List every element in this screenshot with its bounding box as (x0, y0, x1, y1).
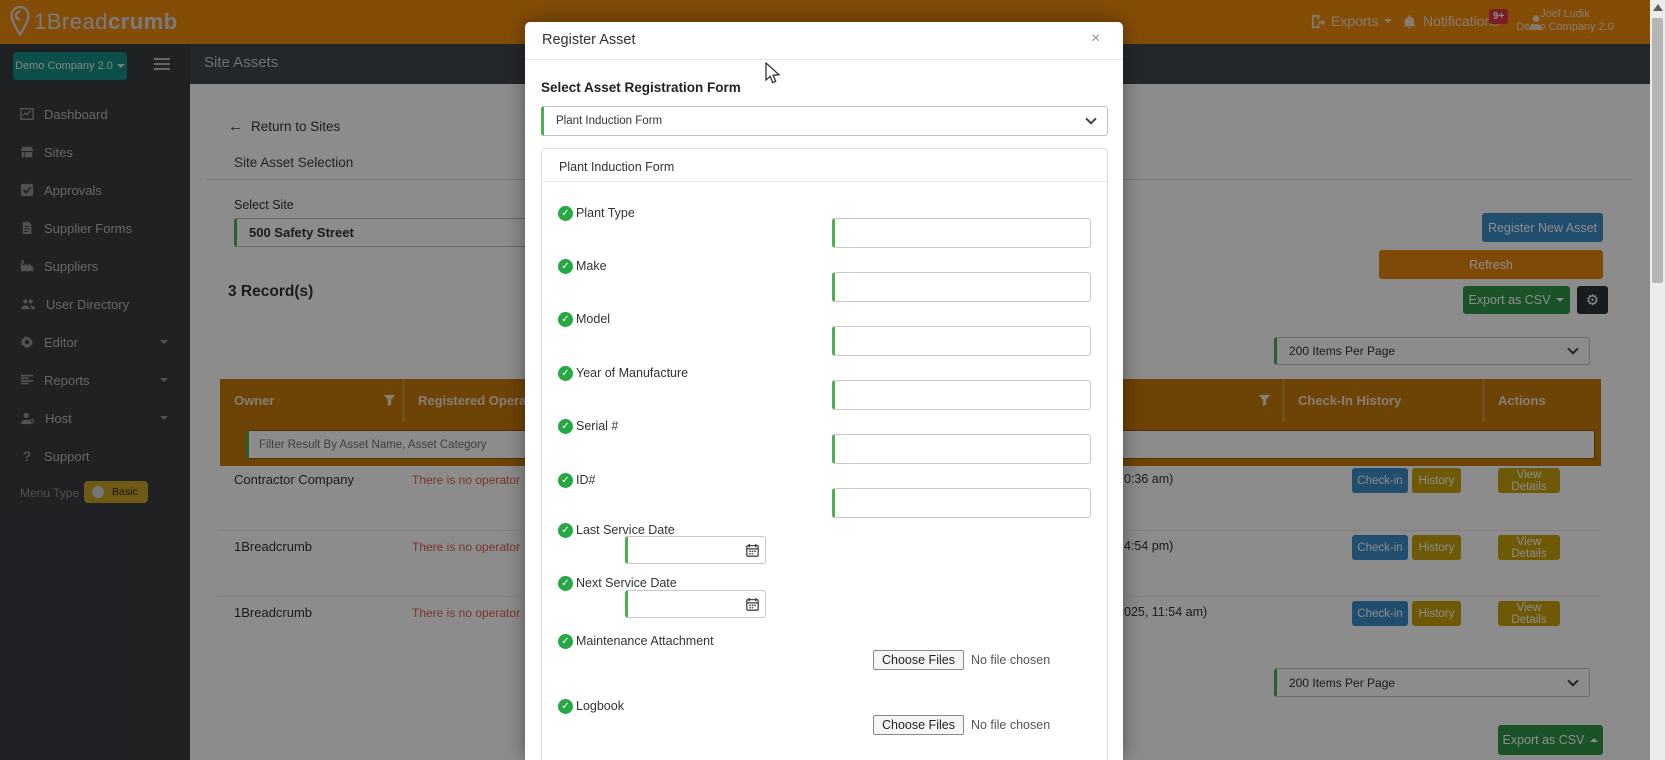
mouse-cursor (765, 62, 781, 84)
induction-form-panel: Plant Induction Form ✓ Plant Type ✓ Make… (541, 148, 1108, 760)
valid-check-icon: ✓ (558, 576, 573, 591)
id-number-input[interactable] (832, 488, 1091, 518)
no-file-chosen-text: No file chosen (970, 718, 1051, 732)
field-label: Last Service Date (576, 523, 675, 537)
field-label: Next Service Date (576, 576, 677, 590)
valid-check-icon: ✓ (558, 419, 573, 434)
valid-check-icon: ✓ (558, 259, 573, 274)
valid-check-icon: ✓ (558, 634, 573, 649)
model-input[interactable] (832, 326, 1091, 356)
plant-type-input[interactable] (832, 218, 1091, 248)
form-select-label: Select Asset Registration Form (541, 80, 741, 95)
valid-check-icon: ✓ (558, 699, 573, 714)
choose-files-button[interactable]: Choose Files (873, 650, 964, 670)
field-label: Model (576, 312, 611, 326)
registration-form-value: Plant Induction Form (556, 115, 663, 127)
close-icon[interactable]: × (1091, 30, 1100, 48)
valid-check-icon: ✓ (558, 206, 573, 221)
panel-divider (542, 181, 1107, 182)
field-label: Year of Manufacture (576, 366, 689, 380)
field-label: Serial # (576, 419, 619, 433)
app-window: 1Breadcrumb Exports Notifications 9+ Joe… (0, 0, 1665, 760)
serial-number-input[interactable] (832, 434, 1091, 464)
chevron-down-icon (1085, 113, 1097, 125)
valid-check-icon: ✓ (558, 366, 573, 381)
next-service-date-input[interactable] (625, 590, 766, 618)
no-file-chosen-text: No file chosen (970, 653, 1051, 667)
valid-check-icon: ✓ (558, 473, 573, 488)
field-label: Maintenance Attachment (576, 634, 714, 648)
modal-header-divider (525, 59, 1123, 60)
field-label: Make (576, 259, 607, 273)
valid-check-icon: ✓ (558, 312, 573, 327)
registration-form-select[interactable]: Plant Induction Form (541, 106, 1108, 136)
year-of-manufacture-input[interactable] (832, 380, 1091, 410)
maintenance-attachment-file-input[interactable]: Choose Files No file chosen (873, 650, 1050, 670)
choose-files-button[interactable]: Choose Files (873, 715, 964, 735)
last-service-date-input[interactable] (625, 536, 766, 564)
modal-title: Register Asset (542, 32, 636, 48)
field-label: ID# (576, 473, 596, 487)
scrollbar-thumb[interactable] (1652, 18, 1663, 283)
logbook-file-input[interactable]: Choose Files No file chosen (873, 715, 1050, 735)
field-label: Logbook (576, 699, 624, 713)
panel-title: Plant Induction Form (559, 160, 675, 174)
field-label: Plant Type (576, 206, 635, 220)
make-input[interactable] (832, 272, 1091, 302)
scrollbar-up-arrow[interactable] (1653, 4, 1663, 11)
register-asset-modal: Register Asset × Select Asset Registrati… (525, 22, 1123, 760)
calendar-icon[interactable] (746, 544, 759, 557)
calendar-icon[interactable] (746, 598, 759, 611)
valid-check-icon: ✓ (558, 523, 573, 538)
